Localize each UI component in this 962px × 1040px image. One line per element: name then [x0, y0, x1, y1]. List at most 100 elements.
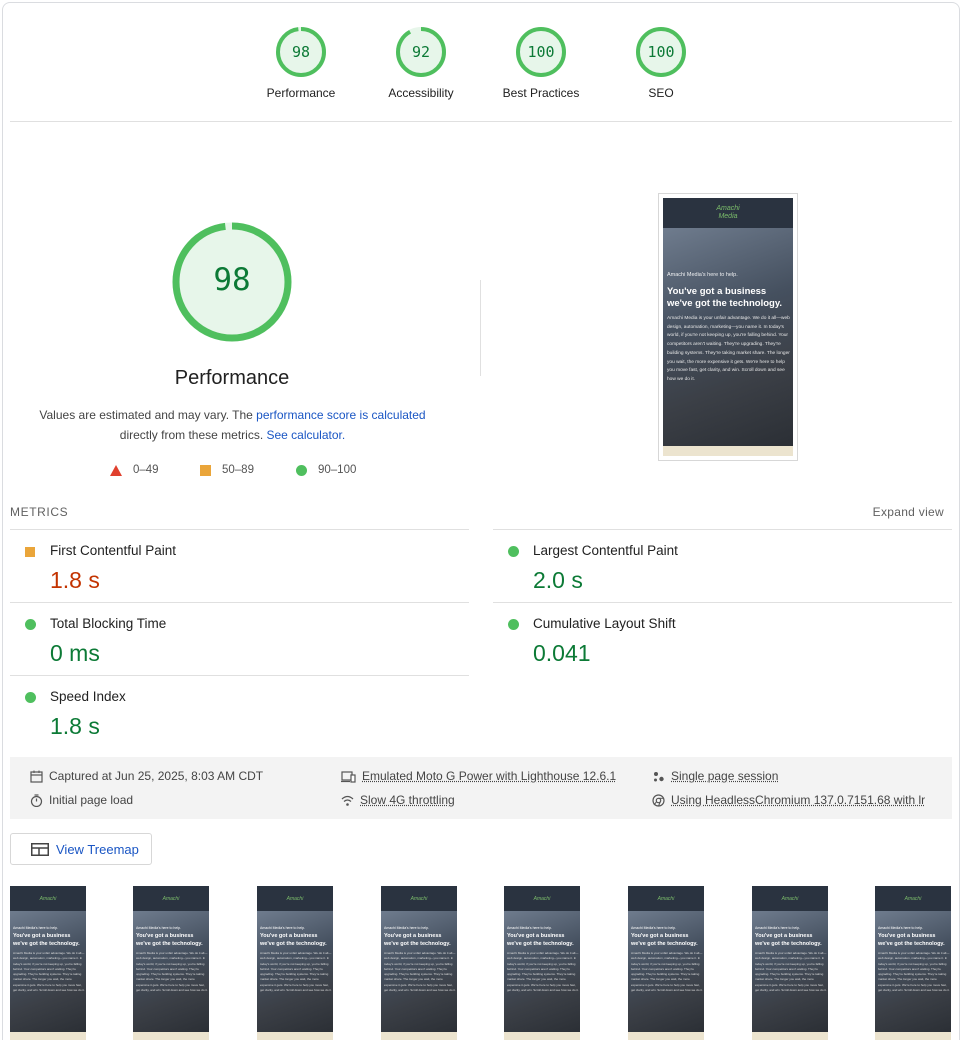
frame-text: Amachi Media's here to help. You've got a… — [755, 926, 827, 993]
screenshot-body: Amachi Media is your unfair advantage. W… — [667, 315, 791, 385]
env-browser-text: Using HeadlessChromium 137.0.7151.68 wit… — [671, 793, 925, 807]
frame-body: Amachi Media is your unfair advantage. W… — [878, 951, 950, 993]
frame-headline: You've got a business we've got the tech… — [878, 933, 950, 948]
screenshot-headline: You've got a business we've got the tech… — [667, 286, 791, 310]
frame-body: Amachi Media is your unfair advantage. W… — [631, 951, 703, 993]
env-browser[interactable]: Using HeadlessChromium 137.0.7151.68 wit… — [652, 793, 925, 807]
treemap-icon — [31, 843, 49, 856]
filmstrip-frame[interactable]: Amachi Amachi Media's here to help. You've… — [752, 886, 828, 1040]
frame-body: Amachi Media is your unfair advantage. W… — [13, 951, 85, 993]
final-screenshot[interactable]: Amachi Media Amachi Media's here to help… — [658, 193, 798, 461]
gauge-score: 100 — [635, 26, 687, 78]
score-calc-link[interactable]: performance score is calculated — [256, 408, 425, 422]
score-note: Values are estimated and may vary. The p… — [30, 405, 435, 445]
env-session[interactable]: Single page session — [652, 769, 778, 783]
legend-average: 50–89 — [200, 464, 254, 476]
expand-view-button[interactable]: Expand view — [873, 505, 944, 519]
frame-headline: You've got a business we've got the tech… — [136, 933, 208, 948]
main-gauge-ring: 98 — [170, 220, 294, 344]
frame-headline: You've got a business we've got the tech… — [260, 933, 332, 948]
frame-header: Amachi — [10, 886, 86, 911]
frame-footer — [257, 1032, 333, 1040]
frame-body: Amachi Media is your unfair advantage. W… — [384, 951, 456, 993]
frame-kicker: Amachi Media's here to help. — [136, 926, 208, 930]
env-captured-text: Captured at Jun 25, 2025, 8:03 AM CDT — [49, 769, 263, 783]
filmstrip-frame[interactable]: Amachi Amachi Media's here to help. You've… — [381, 886, 457, 1040]
frame-text: Amachi Media's here to help. You've got a… — [13, 926, 85, 993]
wifi-icon — [341, 794, 354, 807]
vertical-divider — [480, 280, 481, 376]
logo-line-2: Media — [716, 213, 739, 221]
view-treemap-button[interactable]: View Treemap — [10, 833, 152, 865]
frame-headline: You've got a business we've got the tech… — [13, 933, 85, 948]
frame-header: Amachi — [875, 886, 951, 911]
frame-headline: You've got a business we've got the tech… — [631, 933, 703, 948]
screenshot-logo: Amachi Media — [716, 205, 739, 221]
metric-label: Speed Index — [50, 689, 126, 704]
frame-logo: Amachi — [658, 896, 675, 902]
gauge-label: Performance — [241, 86, 361, 100]
frame-footer — [628, 1032, 704, 1040]
env-session-text: Single page session — [671, 769, 778, 783]
metric-cls: Cumulative Layout Shift 0.041 — [493, 602, 952, 675]
legend-average-label: 50–89 — [222, 464, 254, 476]
env-throttle[interactable]: Slow 4G throttling — [341, 793, 455, 807]
main-gauge-title: Performance — [132, 367, 332, 390]
filmstrip-frame[interactable]: Amachi Amachi Media's here to help. You've… — [257, 886, 333, 1040]
metric-label: Largest Contentful Paint — [533, 543, 678, 558]
metric-value: 0 ms — [50, 640, 100, 667]
filmstrip-frame[interactable]: Amachi Amachi Media's here to help. You've… — [875, 886, 951, 1040]
main-gauge-score: 98 — [170, 220, 294, 340]
gauge-score: 98 — [275, 26, 327, 78]
screenshot-header: Amachi Media — [663, 198, 793, 228]
filmstrip-frame[interactable]: Amachi Amachi Media's here to help. You've… — [10, 886, 86, 1040]
note-text-1: Values are estimated and may vary. The — [39, 408, 256, 422]
frame-kicker: Amachi Media's here to help. — [13, 926, 85, 930]
see-calculator-link[interactable]: See calculator. — [266, 428, 345, 442]
gauge-seo[interactable]: 100 SEO — [601, 26, 721, 100]
env-load-text: Initial page load — [49, 793, 133, 807]
frame-logo: Amachi — [905, 896, 922, 902]
metrics-header: METRICS — [10, 505, 952, 519]
frame-footer — [10, 1032, 86, 1040]
good-circle-icon — [25, 619, 36, 630]
frame-logo: Amachi — [163, 896, 180, 902]
metric-tbt: Total Blocking Time 0 ms — [10, 602, 469, 675]
frame-kicker: Amachi Media's here to help. — [260, 926, 332, 930]
frame-footer — [133, 1032, 209, 1040]
frame-header: Amachi — [752, 886, 828, 911]
metric-value: 0.041 — [533, 640, 591, 667]
frame-logo: Amachi — [534, 896, 551, 902]
gauge-score: 92 — [395, 26, 447, 78]
frame-header: Amachi — [381, 886, 457, 911]
env-device[interactable]: Emulated Moto G Power with Lighthouse 12… — [341, 769, 616, 783]
metric-lcp: Largest Contentful Paint 2.0 s — [493, 529, 952, 602]
frame-kicker: Amachi Media's here to help. — [755, 926, 827, 930]
filmstrip-frame[interactable]: Amachi Amachi Media's here to help. You've… — [628, 886, 704, 1040]
performance-main-gauge: 98 Performance — [132, 220, 332, 390]
gauge-performance[interactable]: 98 Performance — [241, 26, 361, 100]
frame-header: Amachi — [504, 886, 580, 911]
metric-si: Speed Index 1.8 s — [10, 675, 469, 748]
frame-body: Amachi Media is your unfair advantage. W… — [260, 951, 332, 993]
good-circle-icon — [25, 692, 36, 703]
frame-header: Amachi — [257, 886, 333, 911]
category-gauges: 98 Performance 92 Accessibility 100 Best… — [0, 26, 962, 116]
frame-text: Amachi Media's here to help. You've got a… — [878, 926, 950, 993]
metric-fcp: First Contentful Paint 1.8 s — [10, 529, 469, 602]
gauge-ring: 100 — [635, 26, 687, 78]
frame-kicker: Amachi Media's here to help. — [878, 926, 950, 930]
legend-poor-label: 0–49 — [133, 464, 159, 476]
good-circle-icon — [508, 546, 519, 557]
circle-icon — [296, 465, 307, 476]
divider — [10, 121, 952, 122]
frame-text: Amachi Media's here to help. You've got a… — [384, 926, 456, 993]
filmstrip-frame[interactable]: Amachi Amachi Media's here to help. You've… — [133, 886, 209, 1040]
screenshot-footer — [663, 446, 793, 456]
filmstrip-frame[interactable]: Amachi Amachi Media's here to help. You've… — [504, 886, 580, 1040]
gauge-best-practices[interactable]: 100 Best Practices — [481, 26, 601, 100]
gauge-label: Accessibility — [361, 86, 481, 100]
frame-headline: You've got a business we've got the tech… — [384, 933, 456, 948]
gauge-accessibility[interactable]: 92 Accessibility — [361, 26, 481, 100]
gauge-ring: 100 — [515, 26, 567, 78]
